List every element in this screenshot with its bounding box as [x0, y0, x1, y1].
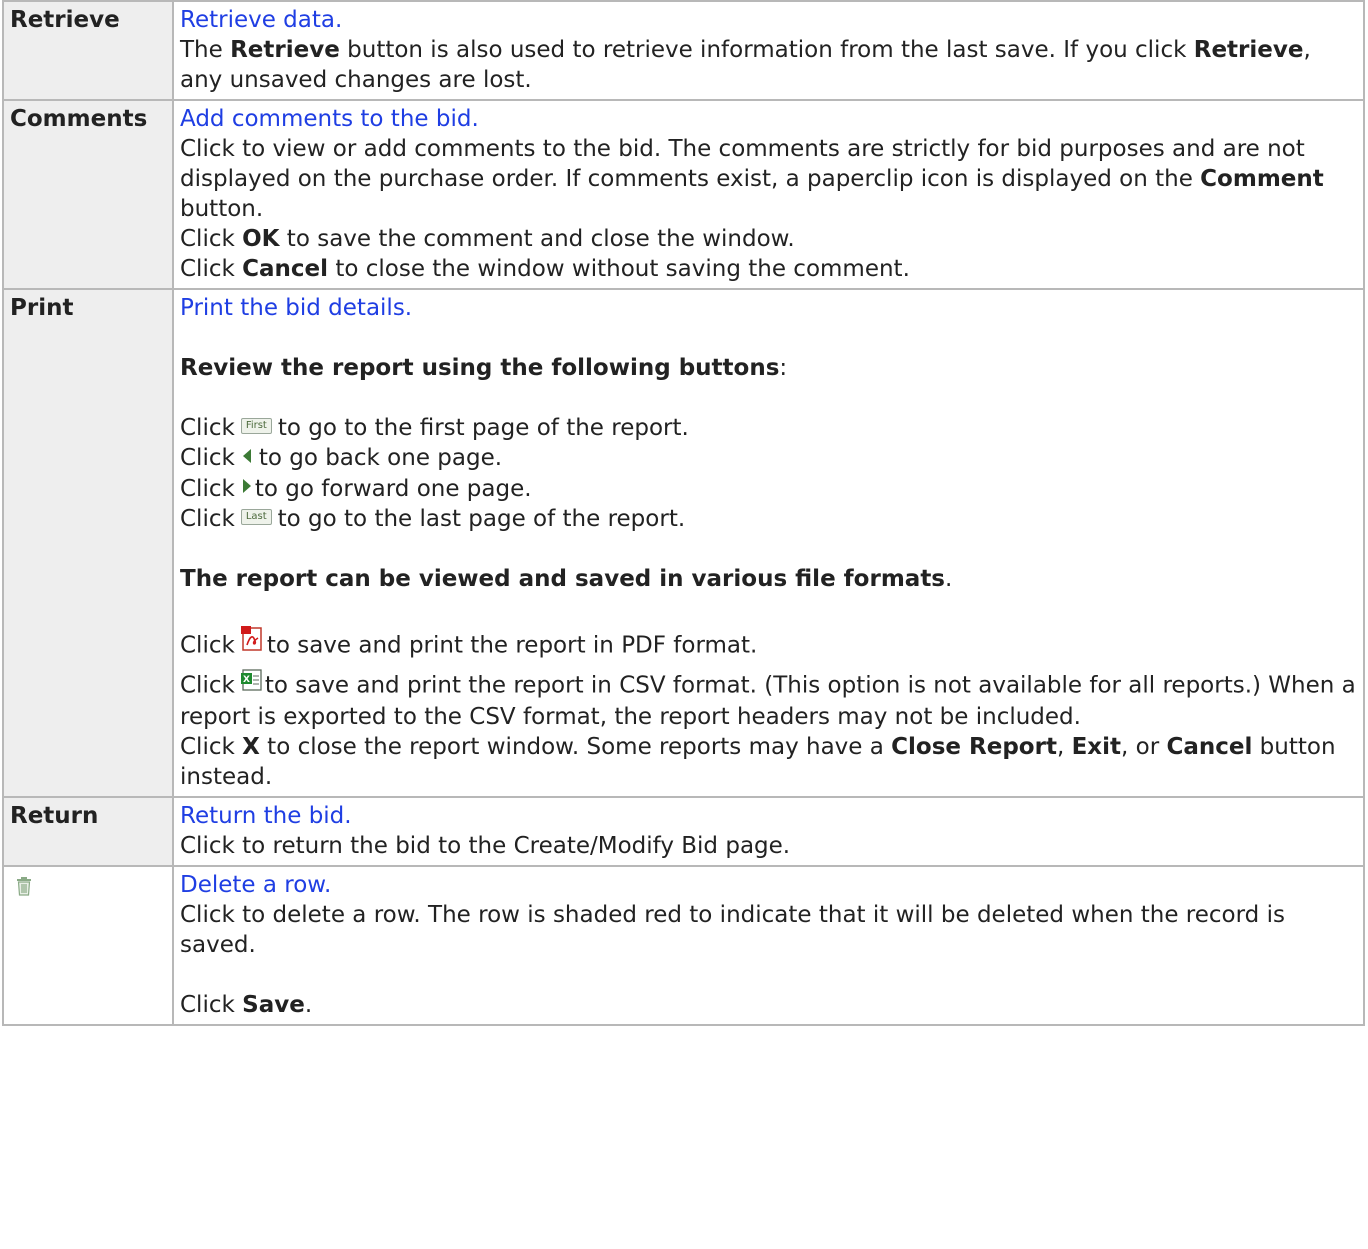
- text: Click: [180, 734, 243, 760]
- row-desc-delete: Delete a row. Click to delete a row. The…: [172, 865, 1365, 1026]
- text: ,: [1056, 734, 1072, 760]
- bold-text: Exit: [1071, 734, 1122, 760]
- trash-icon: [16, 874, 32, 904]
- text: Click: [180, 506, 235, 532]
- text: to go back one page.: [258, 445, 503, 471]
- row-comments: Comments Add comments to the bid. Click …: [2, 99, 1365, 290]
- text: .: [945, 566, 953, 592]
- text: to go to the first page of the report.: [277, 415, 689, 441]
- text: to go forward one page.: [254, 475, 532, 502]
- back-arrow-icon: [241, 442, 253, 472]
- text: Click: [180, 632, 235, 659]
- delete-row-link[interactable]: Delete a row.: [180, 872, 331, 898]
- text: to close the window without saving the c…: [328, 256, 910, 282]
- text: Click to view or add comments to the bid…: [180, 136, 1305, 192]
- nav-last-line: Click Last to go to the last page of the r…: [180, 504, 1359, 534]
- text: , or: [1121, 734, 1167, 760]
- text: Click: [180, 992, 243, 1018]
- nav-forward-line: Click to go forward one page.: [180, 474, 1359, 505]
- comments-description: Click to view or add comments to the bid…: [180, 134, 1359, 224]
- retrieve-description: The Retrieve button is also used to retr…: [180, 35, 1359, 95]
- text: button is also used to retrieve informat…: [339, 37, 1194, 63]
- formats-heading: The report can be viewed and saved in va…: [180, 564, 1359, 594]
- csv-line: Click Xto save and print the report in CS…: [180, 668, 1359, 732]
- buttons-table: Retrieve Retrieve data. The Retrieve but…: [2, 0, 1365, 1026]
- add-comments-link[interactable]: Add comments to the bid.: [180, 106, 479, 132]
- retrieve-data-link[interactable]: Retrieve data.: [180, 7, 342, 33]
- first-page-icon: First: [240, 417, 272, 434]
- row-desc-print: Print the bid details. Review the report…: [172, 288, 1365, 798]
- bold-text: Comment: [1200, 166, 1324, 192]
- text: to go to the last page of the report.: [277, 506, 686, 532]
- comments-ok-line: Click OK to save the comment and close t…: [180, 224, 1359, 254]
- text: to save and print the report in PDF form…: [266, 632, 758, 659]
- pdf-icon: [240, 626, 265, 662]
- close-report-line: Click X to close the report window. Some…: [180, 732, 1359, 792]
- text: :: [779, 355, 788, 381]
- row-return: Return Return the bid. Click to return t…: [2, 796, 1365, 867]
- forward-arrow-icon: [241, 472, 253, 502]
- return-description: Click to return the bid to the Create/Mo…: [180, 833, 791, 859]
- row-desc-comments: Add comments to the bid. Click to view o…: [172, 99, 1365, 290]
- bold-text: The report can be viewed and saved in va…: [180, 566, 945, 592]
- bold-text: Review the report using the following bu…: [180, 355, 780, 381]
- print-bid-link[interactable]: Print the bid details.: [180, 295, 412, 321]
- bold-text: OK: [242, 226, 280, 252]
- delete-save-line: Click Save.: [180, 990, 1359, 1020]
- bold-text: Cancel: [242, 256, 329, 282]
- text: The: [180, 37, 231, 63]
- text: to save the comment and close the window…: [279, 226, 795, 252]
- bold-text: X: [242, 734, 260, 760]
- text: to close the report window. Some reports…: [259, 734, 892, 760]
- bold-text: Cancel: [1166, 734, 1253, 760]
- bold-text: Retrieve: [230, 37, 340, 63]
- bold-text: Retrieve: [1193, 37, 1304, 63]
- comments-cancel-line: Click Cancel to close the window without…: [180, 254, 1359, 284]
- text: Click: [180, 226, 243, 252]
- row-key-delete: [2, 865, 174, 1026]
- bold-text: Close Report: [891, 734, 1057, 760]
- text: Click: [180, 256, 243, 282]
- row-key-return: Return: [2, 796, 174, 867]
- svg-text:X: X: [243, 675, 250, 685]
- text: Click: [180, 672, 235, 699]
- nav-first-line: Click First to go to the first page of the…: [180, 413, 1359, 443]
- row-key-print: Print: [2, 288, 174, 798]
- row-delete: Delete a row. Click to delete a row. The…: [2, 865, 1365, 1026]
- nav-back-line: Click to go back one page.: [180, 443, 1359, 474]
- review-heading: Review the report using the following bu…: [180, 353, 1359, 383]
- text: Click: [180, 445, 235, 471]
- row-retrieve: Retrieve Retrieve data. The Retrieve but…: [2, 0, 1365, 101]
- row-desc-return: Return the bid. Click to return the bid …: [172, 796, 1365, 867]
- pdf-line: Click to save and print the report in PDF…: [180, 626, 1359, 664]
- row-print: Print Print the bid details. Review the …: [2, 288, 1365, 798]
- row-desc-retrieve: Retrieve data. The Retrieve button is al…: [172, 0, 1365, 101]
- text: to save and print the report in CSV form…: [180, 672, 1356, 731]
- last-page-icon: Last: [240, 508, 272, 525]
- row-key-comments: Comments: [2, 99, 174, 290]
- text: button.: [180, 196, 264, 222]
- text: .: [304, 992, 313, 1018]
- csv-excel-icon: X: [240, 668, 263, 700]
- text: Click: [180, 415, 235, 441]
- bold-text: Save: [242, 992, 305, 1018]
- row-key-retrieve: Retrieve: [2, 0, 174, 101]
- text: Click: [180, 475, 235, 502]
- delete-description: Click to delete a row. The row is shaded…: [180, 902, 1285, 958]
- return-bid-link[interactable]: Return the bid.: [180, 803, 352, 829]
